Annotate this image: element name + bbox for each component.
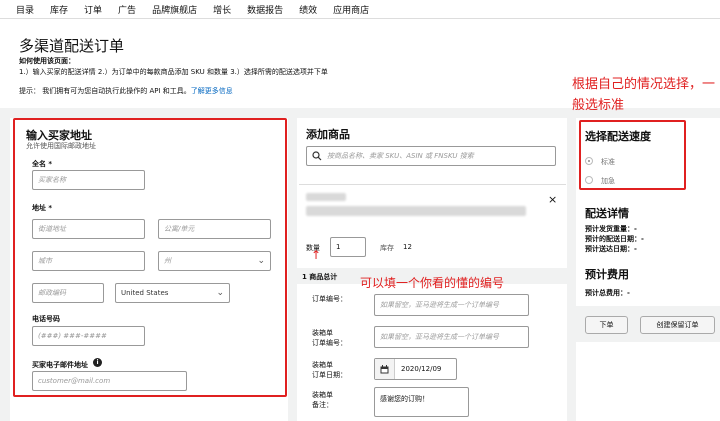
packing-order-number-input[interactable]: 如果留空，亚马逊将生成一个订单编号 [374,326,529,348]
product-name-blurred [306,193,346,201]
arrow-up-icon: ↑ [311,248,322,262]
packing-order-number-label: 装箱单 订单编号： [312,329,347,347]
total-fee: 预计总费用：- [585,289,630,297]
howto-title: 如何使用该页面： [19,57,75,65]
fees-heading: 预计费用 [585,268,629,281]
product-summary: 1 商品总计 [302,273,338,281]
packing-note-input[interactable]: 感谢您的订购！ [374,387,469,417]
nav-item-appstore[interactable]: 应用商店 [333,3,369,16]
nav-item-growth[interactable]: 增长 [213,3,231,16]
howto-steps: 1.）输入买家的配送详情 2.）为订单中的每款商品添加 SKU 和数量 3.）选… [19,68,328,76]
order-number-input[interactable]: 如果留空，亚马逊将生成一个订单编号 [374,294,529,316]
create-hold-order-button[interactable]: 创建保留订单 [640,316,715,334]
est-weight: 预计发货重量：- [585,225,637,233]
annotation-speed-note: 根据自己的情况选择，一般选标准 [572,77,716,113]
est-arrival-date: 预计送达日期：- [585,245,637,253]
qty-input[interactable]: 1 [330,237,366,257]
nav-item-inventory[interactable]: 库存 [50,3,68,16]
divider [299,184,566,185]
nav-item-orders[interactable]: 订单 [84,3,102,16]
annotation-box-buyer [13,118,287,397]
annotation-order-number-note: 可以填一个你看的懂的编号 [360,276,505,290]
place-order-button[interactable]: 下单 [585,316,628,334]
tip-prefix: 提示： 我们拥有可为您自动执行此操作的 API 和工具。 [19,87,191,95]
nav-item-reports[interactable]: 数据报告 [247,3,283,16]
remove-product-icon[interactable]: × [548,193,557,206]
products-heading: 添加商品 [306,128,350,141]
annotation-box-speed [579,120,686,190]
product-title-blurred [306,206,526,216]
shipping-details-heading: 配送详情 [585,207,629,220]
stock-value: 12 [403,243,412,251]
calendar-icon[interactable] [375,359,395,379]
search-icon [312,151,322,161]
watermark: 知乎 @K卡带 [584,384,681,402]
order-number-label: 订单编号： [312,295,347,303]
est-ship-date: 预计的配送日期：- [585,235,644,243]
learn-more-link[interactable]: 了解更多信息 [191,87,233,95]
nav-item-catalog[interactable]: 目录 [16,3,34,16]
nav-item-advertising[interactable]: 广告 [118,3,136,16]
product-search-input[interactable]: 按商品名称、卖家 SKU、ASIN 或 FNSKU 搜索 [306,146,556,166]
page-title: 多渠道配送订单 [19,37,125,55]
tip-text: 提示： 我们拥有可为您自动执行此操作的 API 和工具。了解更多信息 [19,86,233,96]
nav-item-stores[interactable]: 品牌旗舰店 [152,3,197,16]
nav-item-performance[interactable]: 绩效 [299,3,317,16]
packing-date-label: 装箱单 订单日期： [312,361,347,379]
stock-label: 库存 [380,244,394,252]
packing-note-label: 装箱单 备注： [312,391,333,409]
top-nav: 目录 库存 订单 广告 品牌旗舰店 增长 数据报告 绩效 应用商店 [0,0,720,19]
